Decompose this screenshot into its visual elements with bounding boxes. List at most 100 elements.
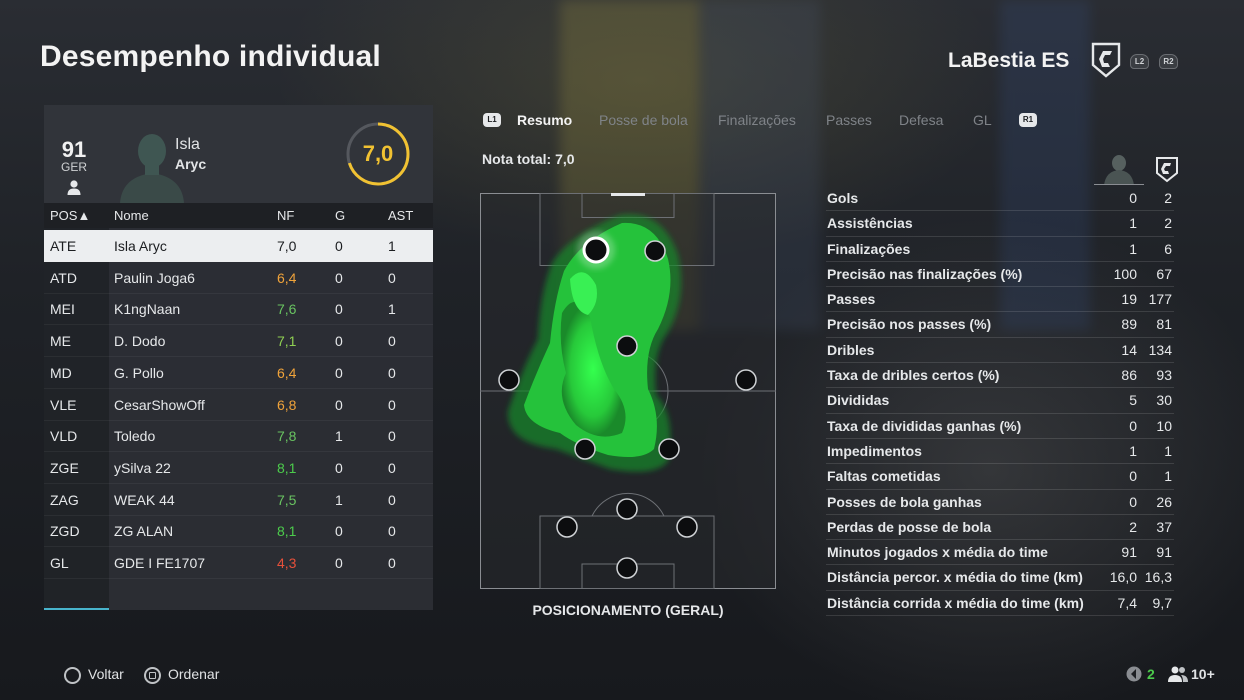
stat-team-value: 1 bbox=[1164, 468, 1172, 485]
teammate-marker bbox=[574, 438, 596, 460]
stat-player-value: 86 bbox=[1121, 367, 1137, 384]
cell-nf: 7,8 bbox=[277, 428, 297, 445]
stat-player-value: 16,0 bbox=[1109, 569, 1137, 586]
cell-ast: 0 bbox=[388, 491, 396, 508]
sorted-column-indicator bbox=[44, 608, 109, 610]
back-label[interactable]: Voltar bbox=[88, 666, 124, 682]
stat-player-value: 91 bbox=[1121, 544, 1137, 561]
l1-button[interactable]: L1 bbox=[483, 113, 501, 127]
team-column-icon bbox=[1156, 157, 1178, 183]
player-last-name: Aryc bbox=[175, 156, 207, 172]
cell-ast: 0 bbox=[388, 333, 396, 350]
r2-button[interactable]: R2 bbox=[1159, 54, 1178, 69]
cell-name: Paulin Joga6 bbox=[114, 269, 195, 286]
player-card: 91 GER Isla Aryc 7,0 bbox=[44, 105, 433, 203]
stat-row: Taxa de dribles certos (%) 86 93 bbox=[826, 363, 1174, 389]
team-name: LaBestia ES bbox=[948, 49, 1070, 72]
header-g[interactable]: G bbox=[335, 208, 345, 223]
stat-team-value: 2 bbox=[1164, 215, 1172, 232]
header-ast[interactable]: AST bbox=[388, 208, 413, 223]
stat-team-value: 6 bbox=[1164, 240, 1172, 257]
stat-row: Distância percor. x média do time (km) 16… bbox=[826, 565, 1174, 591]
stat-player-value: 0 bbox=[1129, 468, 1137, 485]
stat-label: Impedimentos bbox=[827, 442, 922, 459]
stat-label: Dribles bbox=[827, 341, 875, 358]
stat-label: Taxa de divididas ganhas (%) bbox=[827, 417, 1022, 434]
table-row[interactable]: MD G. Pollo 6,4 0 0 bbox=[44, 357, 433, 389]
table-row[interactable]: ZGE ySilva 22 8,1 0 0 bbox=[44, 452, 433, 484]
cell-name: Toledo bbox=[114, 428, 156, 445]
stat-team-value: 177 bbox=[1148, 291, 1172, 308]
stat-row: Taxa de divididas ganhas (%) 0 10 bbox=[826, 414, 1174, 439]
stats-table: Gols 0 2 Assistências 1 2 Finalizações 1 6 Precis… bbox=[826, 186, 1174, 617]
tab-gl[interactable]: GL bbox=[973, 112, 992, 128]
teammate-marker bbox=[676, 516, 698, 538]
stat-label: Finalizações bbox=[827, 240, 911, 257]
cell-g: 0 bbox=[335, 396, 343, 413]
stat-team-value: 37 bbox=[1156, 518, 1172, 535]
cell-pos: GL bbox=[50, 555, 69, 571]
stat-label: Precisão nas finalizações (%) bbox=[827, 265, 1023, 282]
stat-label: Faltas cometidas bbox=[827, 468, 941, 485]
positioning-heatmap bbox=[480, 193, 776, 589]
teammate-marker bbox=[616, 498, 638, 520]
cell-ast: 0 bbox=[388, 364, 396, 381]
sort-label[interactable]: Ordenar bbox=[168, 666, 219, 682]
cell-g: 0 bbox=[335, 333, 343, 350]
square-button-icon[interactable] bbox=[144, 667, 161, 684]
table-row[interactable]: ATE Isla Aryc 7,0 0 1 bbox=[44, 230, 433, 262]
tab-resumo[interactable]: Resumo bbox=[517, 112, 572, 128]
table-row[interactable]: MEI K1ngNaan 7,6 0 1 bbox=[44, 293, 433, 326]
r1-button[interactable]: R1 bbox=[1019, 113, 1037, 127]
stat-label: Gols bbox=[827, 190, 859, 206]
table-row[interactable]: VLD Toledo 7,8 1 0 bbox=[44, 420, 433, 453]
stat-player-value: 1 bbox=[1129, 240, 1137, 257]
teammate-marker bbox=[616, 335, 638, 357]
stat-player-value: 1 bbox=[1129, 442, 1137, 459]
circle-button-icon[interactable] bbox=[64, 667, 81, 684]
page-title: Desempenho individual bbox=[40, 40, 381, 73]
tab-posse-de-bola[interactable]: Posse de bola bbox=[599, 112, 688, 128]
cell-name: Isla Aryc bbox=[114, 238, 167, 254]
cell-g: 0 bbox=[335, 364, 343, 381]
header-pos[interactable]: POS▲ bbox=[50, 208, 90, 223]
cell-nf: 8,1 bbox=[277, 523, 297, 540]
stat-label: Minutos jogados x média do time bbox=[827, 544, 1048, 561]
cell-g: 0 bbox=[335, 301, 343, 318]
stat-player-value: 19 bbox=[1121, 291, 1137, 308]
teammate-marker bbox=[616, 557, 638, 579]
cell-nf: 7,0 bbox=[277, 238, 297, 254]
stat-row: Passes 19 177 bbox=[826, 287, 1174, 313]
header-name[interactable]: Nome bbox=[114, 208, 149, 223]
cell-g: 0 bbox=[335, 555, 343, 571]
stat-team-value: 1 bbox=[1164, 442, 1172, 459]
table-row[interactable]: ZAG WEAK 44 7,5 1 0 bbox=[44, 484, 433, 516]
cell-ast: 0 bbox=[388, 555, 396, 571]
cell-name: ZG ALAN bbox=[114, 523, 174, 540]
cell-g: 0 bbox=[335, 523, 343, 540]
selected-player-marker bbox=[582, 236, 610, 264]
table-row[interactable]: ATD Paulin Joga6 6,4 0 0 bbox=[44, 262, 433, 294]
stat-team-value: 93 bbox=[1156, 367, 1172, 384]
tab-finalizacoes[interactable]: Finalizações bbox=[718, 112, 796, 128]
l2-button[interactable]: L2 bbox=[1130, 54, 1149, 69]
teammate-marker bbox=[644, 240, 666, 262]
stat-team-value: 26 bbox=[1156, 493, 1172, 510]
stat-label: Precisão nos passes (%) bbox=[827, 316, 992, 333]
header-nf[interactable]: NF bbox=[277, 208, 294, 223]
table-row[interactable]: GL GDE I FE1707 4,3 0 0 bbox=[44, 547, 433, 579]
teammate-marker bbox=[498, 369, 520, 391]
cell-nf: 7,6 bbox=[277, 301, 297, 318]
stat-label: Distância corrida x média do time (km) bbox=[827, 594, 1084, 611]
stat-row: Precisão nas finalizações (%) 100 67 bbox=[826, 262, 1174, 288]
table-row[interactable]: ME D. Dodo 7,1 0 0 bbox=[44, 325, 433, 358]
stat-player-value: 2 bbox=[1129, 518, 1137, 535]
stat-label: Assistências bbox=[827, 215, 913, 232]
tab-defesa[interactable]: Defesa bbox=[899, 112, 943, 128]
stat-row: Impedimentos 1 1 bbox=[826, 439, 1174, 465]
players-online-icon bbox=[1168, 666, 1188, 682]
table-row[interactable]: ZGD ZG ALAN 8,1 0 0 bbox=[44, 515, 433, 548]
table-row[interactable]: VLE CesarShowOff 6,8 0 0 bbox=[44, 389, 433, 421]
cell-ast: 0 bbox=[388, 269, 396, 286]
tab-passes[interactable]: Passes bbox=[826, 112, 872, 128]
